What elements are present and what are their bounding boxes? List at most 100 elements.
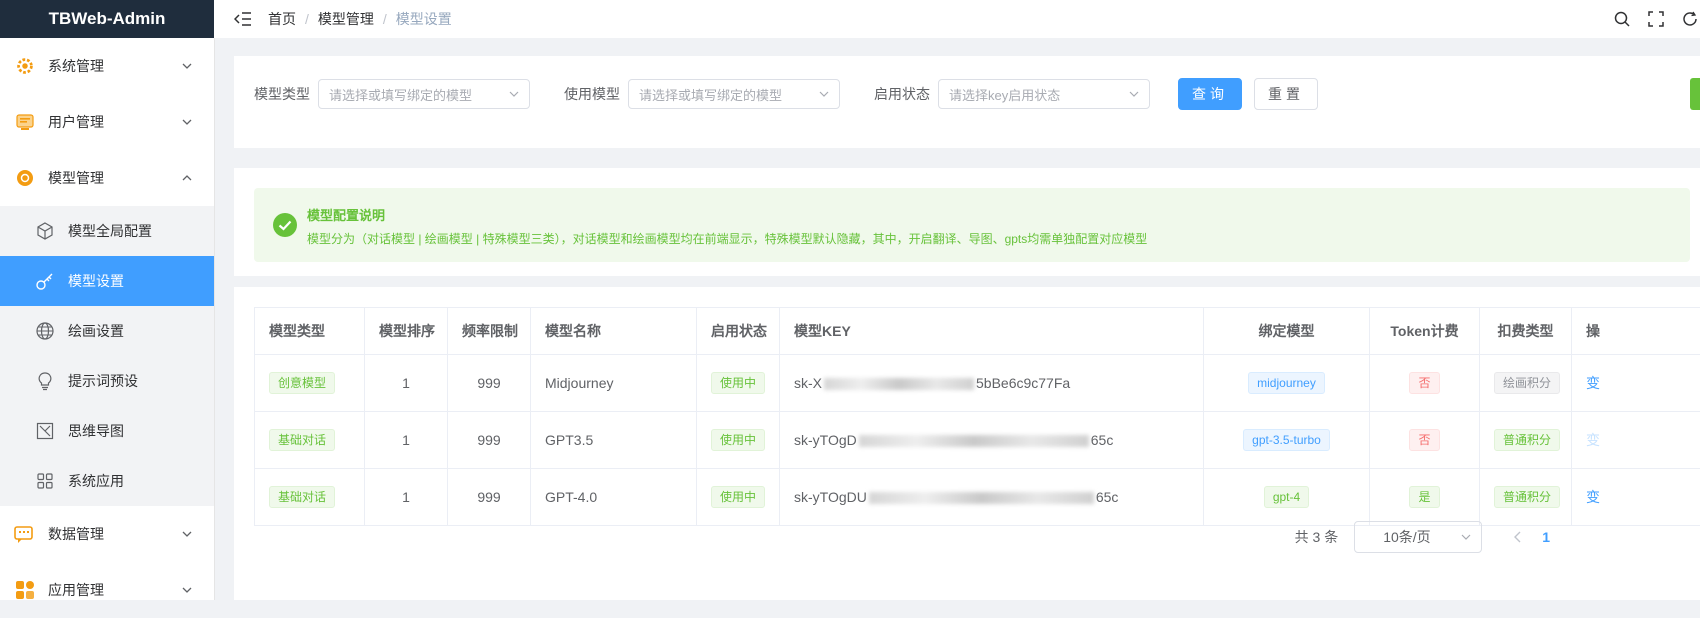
cell-token-billing: 是 [1370, 469, 1480, 526]
menu-user-management[interactable]: 用户管理 [0, 94, 214, 150]
chevron-down-icon [1461, 532, 1471, 542]
app-logo-title: TBWeb-Admin [0, 0, 214, 38]
cell-order: 1 [365, 355, 448, 412]
submenu-drawing-settings[interactable]: 绘画设置 [0, 306, 214, 356]
alert-title: 模型配置说明 [307, 205, 385, 224]
page-number-current[interactable]: 1 [1542, 529, 1550, 545]
submenu-mind-map[interactable]: 思维导图 [0, 406, 214, 456]
search-button[interactable]: 查询 [1178, 78, 1242, 110]
token-billing-tag: 是 [1409, 486, 1439, 508]
table-row: 基础对话 1 999 GPT-4.0 使用中 sk-yTOgDU65c gpt-… [255, 469, 1700, 526]
table-row: 创意模型 1 999 Midjourney 使用中 sk-X5bBe6c9c77… [255, 355, 1700, 412]
chevron-down-icon [182, 61, 192, 71]
menu-system-management[interactable]: 系统管理 [0, 38, 214, 94]
check-circle-icon [272, 212, 298, 238]
menu-data-management[interactable]: 数据管理 [0, 506, 214, 562]
status-tag: 使用中 [711, 372, 765, 394]
cell-operations: 变 [1572, 355, 1700, 412]
cell-limit: 999 [448, 355, 531, 412]
cell-limit: 999 [448, 469, 531, 526]
submenu-model-global-config[interactable]: 模型全局配置 [0, 206, 214, 256]
submenu-label: 模型设置 [68, 271, 124, 291]
cell-limit: 999 [448, 412, 531, 469]
chevron-up-icon [182, 173, 192, 183]
add-button-partial[interactable] [1690, 78, 1700, 110]
bound-model-tag: midjourney [1248, 372, 1325, 394]
gear-icon [14, 55, 36, 77]
top-bar-actions [1612, 0, 1700, 38]
status-tag: 使用中 [711, 486, 765, 508]
select-placeholder: 请选择或填写绑定的模型 [329, 85, 472, 104]
table-row: 基础对话 1 999 GPT3.5 使用中 sk-yTOgD65c gpt-3.… [255, 412, 1700, 469]
key-suffix: 65c [1091, 432, 1114, 448]
column-header: 启用状态 [697, 308, 780, 355]
breadcrumb-home[interactable]: 首页 [268, 9, 296, 29]
submenu-label: 提示词预设 [68, 371, 138, 391]
filter-panel: 模型类型 请选择或填写绑定的模型 使用模型 请选择或填写绑定的模型 启用状态 请… [234, 56, 1700, 148]
submenu-label: 系统应用 [68, 471, 124, 491]
submenu-prompt-presets[interactable]: 提示词预设 [0, 356, 214, 406]
collapse-menu-icon[interactable] [232, 8, 254, 30]
page-size-select[interactable]: 10条/页 [1354, 521, 1482, 553]
model-type-tag: 基础对话 [269, 429, 335, 451]
filter-status-select[interactable]: 请选择key启用状态 [938, 79, 1150, 109]
key-icon [34, 270, 56, 292]
cell-bound-model: gpt-3.5-turbo [1204, 412, 1370, 469]
refresh-icon[interactable] [1680, 9, 1700, 29]
pagination-total: 共 3 条 [1295, 527, 1339, 547]
submenu-system-apps[interactable]: 系统应用 [0, 456, 214, 506]
edit-link[interactable]: 变 [1586, 432, 1600, 448]
model-submenu: 模型全局配置 模型设置 绘画设置 提示词预设 思维导图 [0, 206, 214, 506]
fullscreen-icon[interactable] [1646, 9, 1666, 29]
breadcrumb-current: 模型设置 [396, 9, 452, 29]
filter-use-model-select[interactable]: 请选择或填写绑定的模型 [628, 79, 840, 109]
apps-icon [34, 470, 56, 492]
select-placeholder: 请选择key启用状态 [949, 85, 1060, 104]
chevron-down-icon [182, 117, 192, 127]
reset-button[interactable]: 重置 [1254, 78, 1318, 110]
menu-model-management[interactable]: 模型管理 [0, 150, 214, 206]
model-table: 模型类型 模型排序 频率限制 模型名称 启用状态 模型KEY 绑定模型 Toke… [254, 307, 1700, 526]
success-alert: 模型配置说明 模型分为（对话模型 | 绘画模型 | 特殊模型三类），对话模型和绘… [254, 188, 1690, 262]
chevron-down-icon [819, 89, 829, 99]
user-card-icon [14, 111, 36, 133]
cell-status: 使用中 [697, 469, 780, 526]
charge-type-tag: 普通积分 [1494, 429, 1560, 451]
cell-model-name: Midjourney [531, 355, 697, 412]
menu-label: 用户管理 [48, 112, 104, 132]
chevron-down-icon [182, 529, 192, 539]
prev-page-icon[interactable] [1508, 527, 1528, 547]
bound-model-tag: gpt-4 [1264, 486, 1309, 508]
cell-operations: 变 [1572, 469, 1700, 526]
alert-description: 模型分为（对话模型 | 绘画模型 | 特殊模型三类），对话模型和绘画模型均在前端… [307, 230, 1147, 247]
column-header: 操 [1572, 308, 1700, 355]
search-icon[interactable] [1612, 9, 1632, 29]
edit-link[interactable]: 变 [1586, 375, 1600, 391]
submenu-label: 绘画设置 [68, 321, 124, 341]
cube-icon [34, 220, 56, 242]
token-billing-tag: 否 [1409, 429, 1439, 451]
chat-data-icon [14, 523, 36, 545]
key-prefix: sk-X [794, 375, 822, 391]
charge-type-tag: 绘画积分 [1494, 372, 1560, 394]
breadcrumb: 首页 / 模型管理 / 模型设置 [268, 9, 452, 29]
submenu-model-settings[interactable]: 模型设置 [0, 256, 214, 306]
menu-label: 系统管理 [48, 56, 104, 76]
column-header: 模型类型 [255, 308, 365, 355]
top-bar: 首页 / 模型管理 / 模型设置 [214, 0, 1700, 38]
breadcrumb-separator: / [305, 11, 309, 27]
menu-label: 应用管理 [48, 580, 104, 600]
breadcrumb-separator: / [383, 11, 387, 27]
edit-link[interactable]: 变 [1586, 489, 1600, 505]
menu-app-management[interactable]: 应用管理 [0, 562, 214, 618]
bound-model-tag: gpt-3.5-turbo [1243, 429, 1330, 451]
breadcrumb-model-management[interactable]: 模型管理 [318, 9, 374, 29]
filter-model-type-select[interactable]: 请选择或填写绑定的模型 [318, 79, 530, 109]
column-header: 模型名称 [531, 308, 697, 355]
column-header: 绑定模型 [1204, 308, 1370, 355]
bulb-icon [34, 370, 56, 392]
cell-token-billing: 否 [1370, 355, 1480, 412]
cell-model-name: GPT-4.0 [531, 469, 697, 526]
cell-operations: 变 [1572, 412, 1700, 469]
status-tag: 使用中 [711, 429, 765, 451]
